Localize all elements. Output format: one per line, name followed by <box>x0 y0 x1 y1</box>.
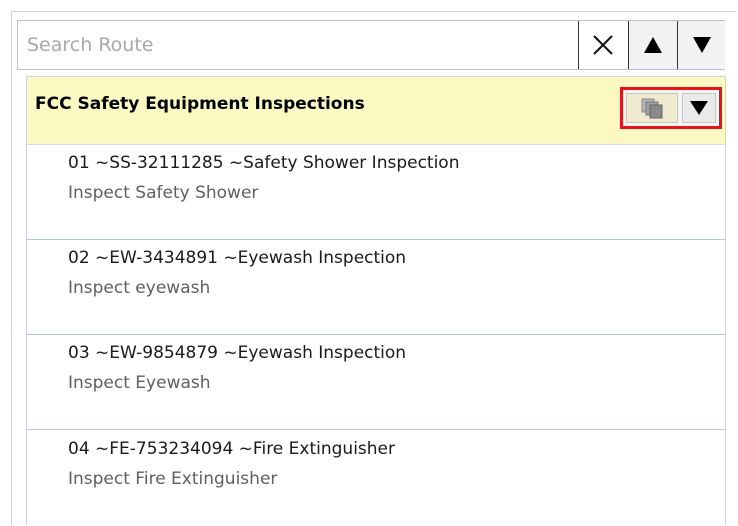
route-header[interactable]: FCC Safety Equipment Inspections <box>27 77 725 145</box>
route-step-item[interactable]: 01 ~SS-32111285 ~Safety Shower Inspectio… <box>27 145 725 240</box>
triangle-down-icon <box>692 37 711 53</box>
next-result-button[interactable] <box>677 21 725 69</box>
step-title: 04 ~FE-753234094 ~Fire Extinguisher <box>68 439 396 459</box>
step-description: Inspect Eyewash <box>68 373 211 393</box>
triangle-up-icon <box>644 37 662 53</box>
close-icon <box>592 35 613 55</box>
clear-search-button[interactable] <box>578 21 626 69</box>
header-actions-highlight <box>620 87 722 129</box>
step-title: 02 ~EW-3434891 ~Eyewash Inspection <box>68 248 407 268</box>
route-title: FCC Safety Equipment Inspections <box>35 94 365 114</box>
step-description: Inspect Safety Shower <box>68 183 259 203</box>
triangle-down-icon <box>690 101 708 115</box>
step-description: Inspect eyewash <box>68 278 211 298</box>
route-step-item[interactable]: 04 ~FE-753234094 ~Fire Extinguisher Insp… <box>27 431 725 526</box>
copy-route-button[interactable] <box>626 93 678 123</box>
route-menu-button[interactable] <box>682 93 716 123</box>
search-route-input[interactable] <box>18 21 578 69</box>
route-panel: FCC Safety Equipment Inspections 01 ~SS-… <box>26 76 726 526</box>
route-step-item[interactable]: 03 ~EW-9854879 ~Eyewash Inspection Inspe… <box>27 335 725 430</box>
copy-icon <box>641 98 663 119</box>
step-title: 03 ~EW-9854879 ~Eyewash Inspection <box>68 343 407 363</box>
step-description: Inspect Fire Extinguisher <box>68 469 278 489</box>
previous-result-button[interactable] <box>628 21 677 69</box>
step-title: 01 ~SS-32111285 ~Safety Shower Inspectio… <box>68 153 460 173</box>
route-search-bar <box>17 20 725 70</box>
route-step-item[interactable]: 02 ~EW-3434891 ~Eyewash Inspection Inspe… <box>27 240 725 335</box>
